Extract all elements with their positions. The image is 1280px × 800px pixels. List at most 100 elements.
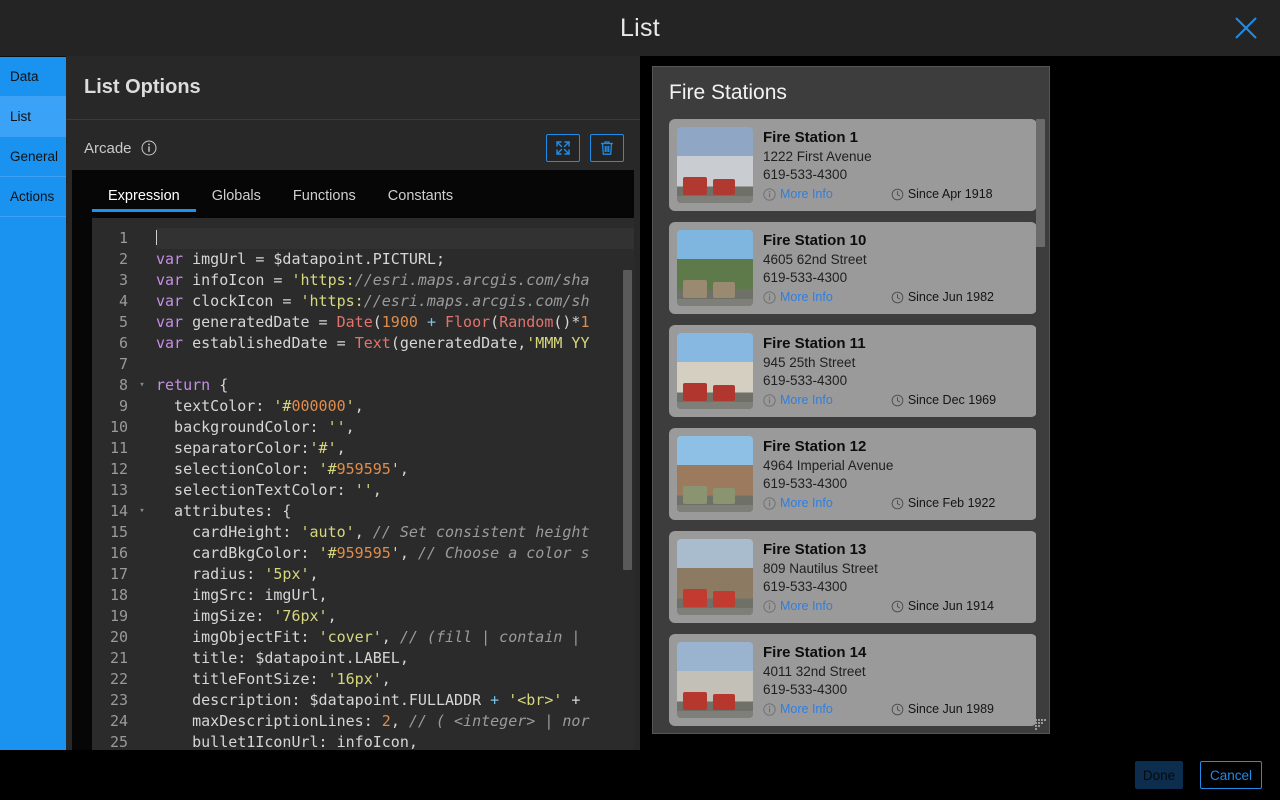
more-info-link[interactable]: More Info bbox=[763, 702, 833, 716]
more-info-label: More Info bbox=[780, 599, 833, 613]
close-icon[interactable] bbox=[1226, 8, 1266, 48]
list-item[interactable]: Fire Station 13 809 Nautilus Street 619-53… bbox=[669, 531, 1037, 623]
fire-station-list[interactable]: Fire Station 1 1222 First Avenue 619-533-4… bbox=[669, 119, 1037, 729]
sidebar-item-general[interactable]: General bbox=[0, 137, 66, 177]
tab-expression[interactable]: Expression bbox=[92, 188, 196, 212]
tab-constants[interactable]: Constants bbox=[372, 188, 469, 212]
since-badge: Since Apr 1918 bbox=[891, 187, 993, 201]
since-label: Since Jun 1989 bbox=[907, 702, 994, 716]
trash-icon[interactable] bbox=[590, 134, 624, 162]
line-number: 7 bbox=[118, 355, 128, 373]
editor-scrollbar[interactable] bbox=[623, 270, 632, 750]
resize-handle[interactable] bbox=[1033, 717, 1046, 730]
code-line: var infoIcon = 'https://esri.maps.arcgis… bbox=[156, 271, 590, 289]
dialog-footer: Done Cancel bbox=[0, 750, 1280, 800]
arcade-expression-editor: Expression Globals Functions Constants 1… bbox=[72, 170, 634, 750]
code-fold-column[interactable]: ▾ ▾ bbox=[136, 218, 148, 750]
info-circle-icon bbox=[763, 496, 776, 510]
clock-icon bbox=[891, 600, 904, 612]
sidebar-item-data[interactable]: Data bbox=[0, 57, 66, 97]
info-circle-icon bbox=[763, 702, 776, 716]
list-item[interactable]: Fire Station 11 945 25th Street 619-533-43… bbox=[669, 325, 1037, 417]
grip-dot bbox=[1035, 719, 1037, 721]
preview-scrollbar[interactable] bbox=[1036, 119, 1045, 729]
list-item[interactable]: Fire Station 14 4011 32nd Street 619-533-4… bbox=[669, 634, 1037, 726]
more-info-label: More Info bbox=[780, 187, 833, 201]
line-number: 10 bbox=[109, 418, 128, 436]
line-number: 17 bbox=[109, 565, 128, 583]
code-line: separatorColor:'#', bbox=[156, 439, 346, 457]
sidebar-item-actions[interactable]: Actions bbox=[0, 177, 66, 217]
more-info-label: More Info bbox=[780, 496, 833, 510]
code-line: return { bbox=[156, 376, 229, 394]
fire-station-13-photo bbox=[677, 539, 753, 615]
code-line: radius: '5px', bbox=[156, 565, 319, 583]
line-number: 5 bbox=[118, 313, 128, 331]
code-area[interactable]: 1 2 3 4 5 6 7 8 9 10 11 12 13 14 15 16 17 18 19 20 21 22 23 24 2… bbox=[92, 218, 634, 750]
list-item-title: Fire Station 11 bbox=[763, 335, 866, 352]
since-label: Since Feb 1922 bbox=[907, 496, 996, 510]
tab-label: Globals bbox=[211, 188, 261, 204]
info-circle-icon bbox=[763, 187, 776, 201]
list-item-phone: 619-533-4300 bbox=[763, 270, 848, 285]
more-info-link[interactable]: More Info bbox=[763, 187, 833, 201]
fire-station-10-photo bbox=[677, 230, 753, 306]
list-item[interactable]: Fire Station 10 4605 62nd Street 619-533-4… bbox=[669, 222, 1037, 314]
fire-station-1-photo bbox=[677, 127, 753, 203]
fold-toggle[interactable]: ▾ bbox=[136, 501, 148, 522]
arcade-toolbar: Arcade bbox=[66, 120, 640, 176]
line-number: 19 bbox=[109, 607, 128, 625]
code-line: maxDescriptionLines: 2, // ( <integer> |… bbox=[156, 712, 590, 730]
line-number: 2 bbox=[118, 250, 128, 268]
more-info-label: More Info bbox=[780, 290, 833, 304]
preview-scrollbar-thumb[interactable] bbox=[1036, 119, 1045, 247]
line-number: 14 bbox=[109, 502, 128, 520]
line-number: 20 bbox=[109, 628, 128, 646]
more-info-link[interactable]: More Info bbox=[763, 599, 833, 613]
sidebar-item-list[interactable]: List bbox=[0, 97, 66, 137]
list-item[interactable]: Fire Station 12 4964 Imperial Avenue 619-5… bbox=[669, 428, 1037, 520]
clock-icon bbox=[891, 394, 904, 406]
code-line: description: $datapoint.FULLADDR + '<br>… bbox=[156, 691, 581, 709]
info-circle-icon bbox=[763, 393, 776, 407]
grip-dot bbox=[1041, 722, 1043, 724]
clock-icon bbox=[891, 703, 904, 715]
line-number: 8 bbox=[118, 376, 128, 394]
list-item-address: 1222 First Avenue bbox=[763, 149, 872, 164]
window-titlebar: List bbox=[0, 0, 1280, 56]
line-number: 11 bbox=[109, 439, 128, 457]
tab-functions[interactable]: Functions bbox=[277, 188, 372, 212]
tab-globals[interactable]: Globals bbox=[196, 188, 277, 212]
options-header: List Options bbox=[66, 56, 640, 120]
line-number: 23 bbox=[109, 691, 128, 709]
grip-dot bbox=[1038, 722, 1040, 724]
line-number: 25 bbox=[109, 733, 128, 750]
editor-scrollbar-thumb[interactable] bbox=[623, 270, 632, 570]
line-number: 9 bbox=[118, 397, 128, 415]
more-info-link[interactable]: More Info bbox=[763, 496, 833, 510]
expand-icon[interactable] bbox=[546, 134, 580, 162]
more-info-link[interactable]: More Info bbox=[763, 290, 833, 304]
done-button[interactable]: Done bbox=[1135, 761, 1183, 789]
more-info-link[interactable]: More Info bbox=[763, 393, 833, 407]
code-line: titleFontSize: '16px', bbox=[156, 670, 391, 688]
code-text[interactable]: var imgUrl = $datapoint.PICTURL; var info… bbox=[148, 218, 634, 750]
since-label: Since Dec 1969 bbox=[907, 393, 997, 407]
info-icon[interactable] bbox=[141, 140, 157, 156]
editor-tabs: Expression Globals Functions Constants bbox=[72, 170, 634, 212]
list-item[interactable]: Fire Station 1 1222 First Avenue 619-533-4… bbox=[669, 119, 1037, 211]
clock-icon bbox=[891, 497, 904, 509]
tab-label: Expression bbox=[108, 188, 180, 204]
grip-dot bbox=[1038, 725, 1040, 727]
code-line: selectionColor: '#959595', bbox=[156, 460, 409, 478]
cancel-button[interactable]: Cancel bbox=[1200, 761, 1262, 789]
trash-glyph bbox=[601, 141, 613, 155]
fold-toggle[interactable]: ▾ bbox=[136, 375, 148, 396]
